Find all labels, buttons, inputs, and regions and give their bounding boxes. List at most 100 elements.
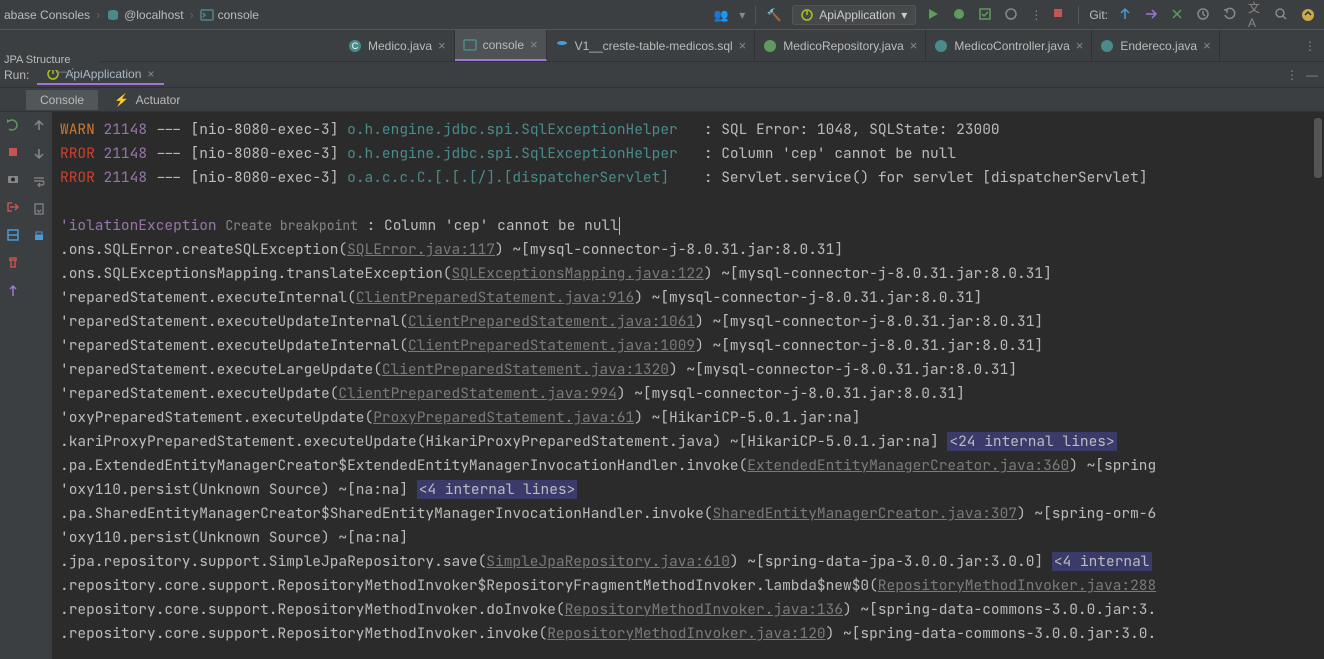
source-link[interactable]: SimpleJpaRepository.java:610 [486, 552, 730, 571]
source-link[interactable]: ClientPreparedStatement.java:1009 [408, 336, 695, 355]
tab-controller[interactable]: MedicoController.java × [926, 30, 1092, 61]
source-link[interactable]: RepositoryMethodInvoker.java:136 [565, 600, 843, 619]
source-link[interactable]: SharedEntityManagerCreator.java:307 [713, 504, 1018, 523]
close-icon[interactable]: × [1203, 38, 1211, 53]
camera-icon[interactable] [6, 172, 20, 186]
chevron-right-icon: › [190, 8, 194, 22]
exit-icon[interactable] [6, 200, 20, 214]
internal-lines-link[interactable]: <24 internal lines> [947, 432, 1116, 451]
rerun-icon[interactable] [6, 118, 20, 132]
tab-label: console [483, 38, 524, 52]
tab-label: V1__creste-table-medicos.sql [575, 39, 733, 53]
console-icon [200, 8, 214, 22]
close-icon[interactable]: × [438, 38, 446, 53]
tab-console[interactable]: console × [455, 30, 547, 61]
source-link[interactable]: ExtendedEntityManagerCreator.java:360 [747, 456, 1069, 475]
top-bar: abase Consoles › @localhost › console 👥 … [0, 0, 1324, 30]
source-link[interactable]: ClientPreparedStatement.java:916 [356, 288, 634, 307]
git-branch-icon[interactable] [1170, 7, 1186, 23]
hammer-icon[interactable]: 🔨 [766, 7, 782, 23]
profile-icon[interactable] [1004, 7, 1020, 23]
users-icon[interactable]: 👥 [713, 7, 729, 23]
wrap-icon[interactable] [32, 174, 46, 188]
scroll-icon[interactable] [32, 202, 46, 216]
run-config-dropdown[interactable]: ApiApplication ▾ [792, 5, 916, 25]
toolbar-right: 👥 ▾ 🔨 ApiApplication ▾ ⋮ Git: 文A [713, 5, 1324, 25]
source-link[interactable]: RepositoryMethodInvoker.java:288 [878, 576, 1156, 595]
separator [1078, 6, 1079, 24]
trash-icon[interactable] [6, 256, 20, 270]
history-icon[interactable] [1196, 7, 1212, 23]
search-icon[interactable] [1274, 7, 1290, 23]
source-link[interactable]: ClientPreparedStatement.java:1061 [408, 312, 695, 331]
tab-repository[interactable]: MedicoRepository.java × [755, 30, 926, 61]
play-icon[interactable] [926, 7, 942, 23]
database-icon [555, 39, 569, 53]
git-label: Git: [1089, 8, 1108, 22]
console-icon [463, 38, 477, 52]
close-icon[interactable]: × [910, 38, 918, 53]
console-tab[interactable]: Console [26, 90, 98, 110]
stop-icon[interactable] [1052, 7, 1068, 23]
up-icon[interactable] [32, 118, 46, 132]
editor-tabs: C Medico.java × console × V1__creste-tab… [0, 30, 1324, 62]
actuator-tab[interactable]: ⚡ Actuator [100, 90, 194, 110]
chevron-down-icon[interactable]: ▾ [739, 8, 745, 22]
run-gutter-2 [26, 112, 52, 659]
source-link[interactable]: SQLExceptionsMapping.java:122 [452, 264, 704, 283]
breadcrumb-item[interactable]: @localhost [124, 8, 184, 22]
source-link[interactable]: ClientPreparedStatement.java:994 [338, 384, 616, 403]
more-icon[interactable]: ⋮ [67, 66, 78, 79]
breadcrumb-item[interactable]: abase Consoles [4, 8, 90, 22]
translate-icon[interactable]: 文A [1248, 7, 1264, 23]
tab-sql[interactable]: V1__creste-table-medicos.sql × [547, 30, 756, 61]
source-link[interactable]: ClientPreparedStatement.java:1320 [382, 360, 669, 379]
chevron-right-icon: › [96, 8, 100, 22]
tab-label: Medico.java [368, 39, 432, 53]
down-icon[interactable] [32, 146, 46, 160]
scrollbar[interactable] [1314, 118, 1322, 178]
coverage-icon[interactable] [978, 7, 994, 23]
console-tab-row: Console ⚡ Actuator [0, 88, 1324, 112]
git-push-icon[interactable] [1144, 7, 1160, 23]
run-panel-header: Run: ApiApplication × ⋮ — [0, 62, 1324, 88]
minimize-icon[interactable]: — [1306, 68, 1318, 82]
pin-icon[interactable] [7, 284, 19, 298]
power-icon [801, 9, 813, 21]
source-link[interactable]: ProxyPreparedStatement.java:61 [373, 408, 634, 427]
git-pull-icon[interactable] [1118, 7, 1134, 23]
print-icon[interactable] [32, 230, 46, 244]
close-icon[interactable]: × [1076, 38, 1084, 53]
spring-icon [763, 39, 777, 53]
source-link[interactable]: SQLError.java:117 [347, 240, 495, 259]
bug-icon[interactable] [952, 7, 968, 23]
layout-icon[interactable] [6, 228, 20, 242]
main-content: WARN 21148 --- [nio-8080-exec-3] o.h.eng… [0, 112, 1324, 659]
create-breakpoint-link[interactable]: Create breakpoint [225, 217, 358, 234]
tab-medico[interactable]: C Medico.java × [340, 30, 455, 61]
class-icon [934, 39, 948, 53]
breadcrumb-item[interactable]: console [218, 8, 259, 22]
rollback-icon[interactable] [1222, 7, 1238, 23]
jpa-structure-panel[interactable]: JPA Structure ⋮ — [0, 52, 100, 70]
more-icon[interactable]: ⋮ [1030, 8, 1042, 22]
tab-label: MedicoController.java [954, 39, 1069, 53]
close-icon[interactable]: × [147, 67, 154, 81]
minimize-icon[interactable]: — [56, 66, 67, 78]
settings-icon[interactable] [1300, 7, 1316, 23]
more-icon[interactable]: ⋮ [1286, 68, 1298, 82]
close-icon[interactable]: × [530, 37, 538, 52]
run-gutter-1 [0, 112, 26, 659]
source-link[interactable]: RepositoryMethodInvoker.java:120 [547, 624, 825, 643]
internal-lines-link[interactable]: <4 internal lines> [417, 480, 578, 499]
console-output[interactable]: WARN 21148 --- [nio-8080-exec-3] o.h.eng… [52, 112, 1324, 659]
stop-icon[interactable] [7, 146, 19, 158]
internal-lines-link[interactable]: <4 internal [1052, 552, 1152, 571]
svg-text:C: C [352, 41, 359, 51]
more-icon[interactable]: ⋮ [1304, 39, 1316, 53]
tab-label: Endereco.java [1120, 39, 1197, 53]
close-icon[interactable]: × [739, 38, 747, 53]
run-config-label: ApiApplication [819, 8, 895, 22]
separator [755, 6, 756, 24]
tab-endereco[interactable]: Endereco.java × [1092, 30, 1219, 61]
